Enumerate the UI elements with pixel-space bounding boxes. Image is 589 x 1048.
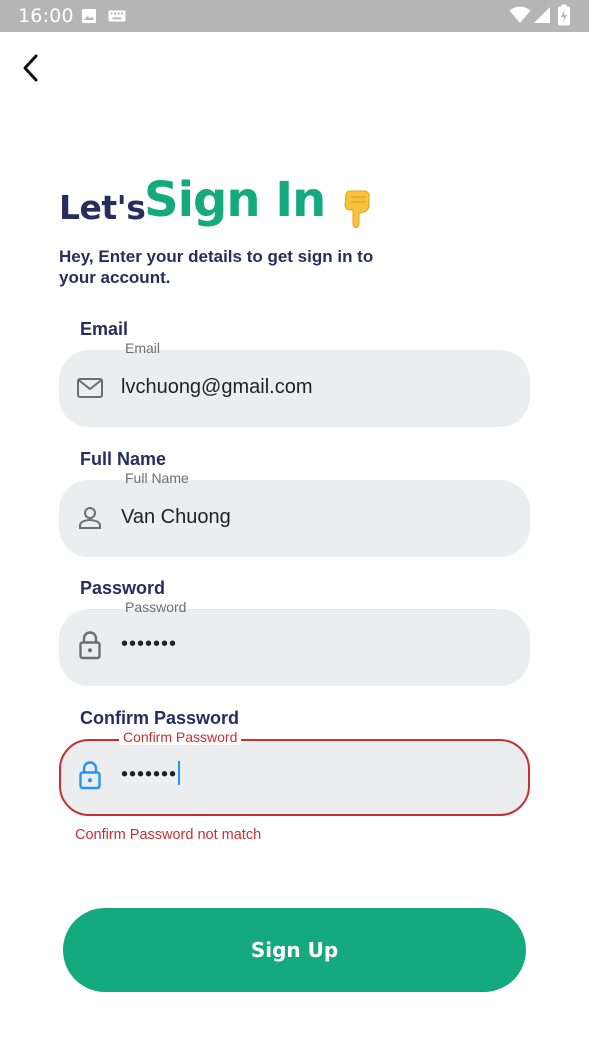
signal-icon <box>534 7 550 23</box>
confirm-password-field[interactable]: Confirm Password ••••••• <box>59 729 530 816</box>
lock-icon <box>76 761 104 790</box>
password-input[interactable]: ••••••• <box>121 633 511 656</box>
pointing-down-hand-icon <box>344 190 370 228</box>
password-field[interactable]: Password ••••••• <box>59 599 530 686</box>
subtitle: Hey, Enter your details to get sign in t… <box>59 247 374 287</box>
chevron-left-icon <box>23 54 38 82</box>
confirm-password-error: Confirm Password not match <box>75 827 262 843</box>
email-floating-label: Email <box>125 340 161 356</box>
email-field[interactable]: Email <box>59 340 530 427</box>
title-sign-in: Sign In <box>144 172 326 228</box>
text-caret <box>178 761 181 785</box>
password-floating-label: Password <box>125 599 187 615</box>
status-time: 16:00 <box>18 5 74 27</box>
full-name-field[interactable]: Full Name <box>59 470 530 557</box>
confirm-password-title: Confirm Password <box>80 708 240 728</box>
status-bar: 16:00 <box>0 0 589 32</box>
full-name-floating-label: Full Name <box>125 470 189 486</box>
email-input[interactable] <box>121 376 511 399</box>
wifi-icon <box>509 6 531 23</box>
battery-icon <box>558 4 570 26</box>
sign-up-label: Sign Up <box>250 938 339 962</box>
full-name-input[interactable] <box>121 506 511 529</box>
lock-icon <box>76 631 104 660</box>
full-name-title: Full Name <box>80 449 167 469</box>
back-button[interactable] <box>14 52 46 84</box>
keyboard-notification-icon <box>108 10 126 22</box>
confirm-password-input[interactable]: ••••••• <box>121 761 511 787</box>
sign-up-button[interactable]: Sign Up <box>63 908 526 992</box>
image-notification-icon <box>82 9 96 23</box>
email-title: Email <box>80 319 129 339</box>
password-title: Password <box>80 578 166 598</box>
confirm-password-floating-label: Confirm Password <box>119 729 242 745</box>
title-lets: Let's <box>59 188 146 227</box>
mail-icon <box>76 374 104 402</box>
confirm-password-value: ••••••• <box>121 763 178 786</box>
person-icon <box>76 504 104 532</box>
